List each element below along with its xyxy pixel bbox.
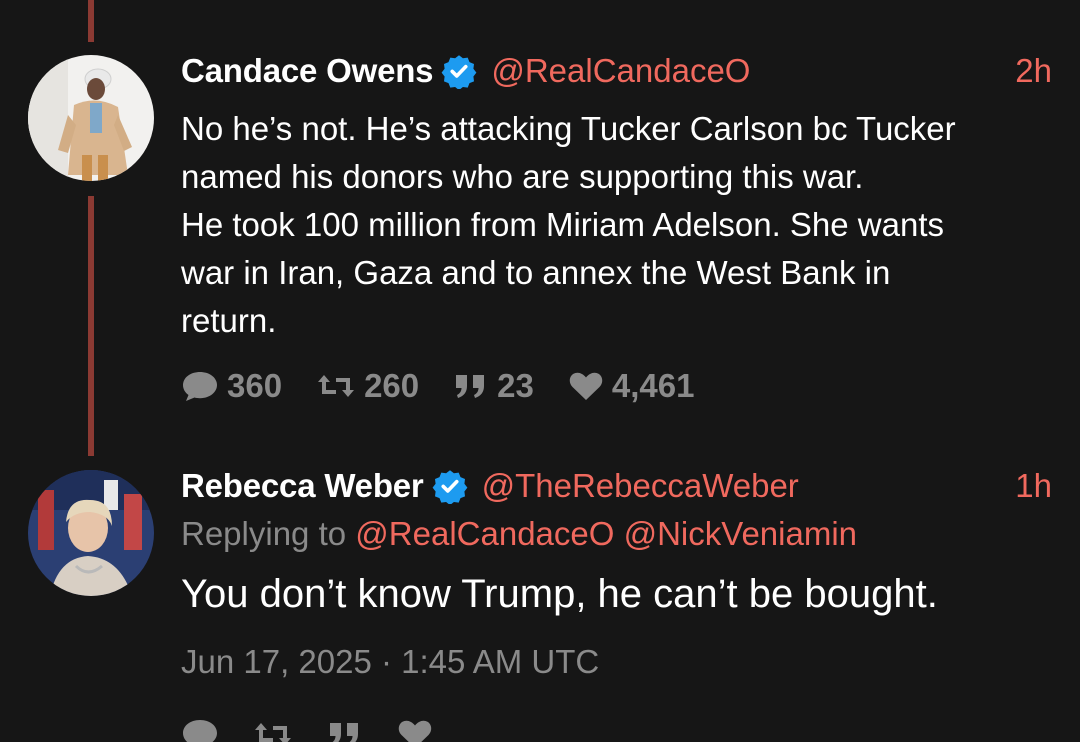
reply-count: 360 — [227, 367, 283, 404]
tweet-body: No he’s not. He’s attacking Tucker Carls… — [181, 105, 1050, 345]
tweet-time[interactable]: 2h — [1015, 52, 1052, 90]
like-button[interactable]: 4,461 — [568, 367, 695, 405]
retweet-button[interactable]: 260 — [316, 367, 419, 405]
retweet-button[interactable] — [253, 719, 301, 742]
replying-to: Replying to @RealCandaceO @NickVeniamin — [181, 515, 857, 553]
tweet-header: Candace Owens @RealCandaceO 2h — [181, 47, 1052, 95]
tweet-body: You don’t know Trump, he can’t be bought… — [181, 572, 938, 616]
tweet-text-line: named his donors who are supporting this… — [181, 158, 864, 195]
mention-link[interactable]: @RealCandaceO — [355, 515, 614, 552]
thread-connector — [88, 196, 94, 456]
retweet-icon — [255, 723, 291, 742]
quote-button[interactable]: 23 — [453, 367, 534, 405]
tweet-actions: 360 260 23 4,461 — [181, 364, 728, 408]
display-name[interactable]: Candace Owens — [181, 52, 434, 90]
retweet-icon — [318, 375, 355, 397]
quote-icon — [330, 723, 358, 742]
verified-icon — [441, 55, 477, 89]
username-handle[interactable]: @TheRebeccaWeber — [482, 467, 799, 505]
avatar-candace-owens[interactable] — [28, 55, 154, 181]
like-count: 4,461 — [611, 367, 695, 404]
avatar-rebecca-weber[interactable] — [28, 470, 154, 596]
reply-icon — [183, 720, 217, 742]
tweet-text-line: He took 100 million from Miriam Adelson.… — [181, 206, 944, 243]
username-handle[interactable]: @RealCandaceO — [491, 52, 750, 90]
tweet-actions — [181, 712, 475, 742]
thread-connector-top — [88, 0, 94, 42]
tweet-text-line: war in Iran, Gaza and to annex the West … — [181, 254, 891, 291]
verified-icon — [432, 470, 467, 504]
mention-link[interactable]: @NickVeniamin — [624, 515, 857, 552]
tweet-header: Rebecca Weber @TheRebeccaWeber 1h — [181, 462, 1052, 510]
quote-count: 23 — [497, 367, 534, 404]
thread-view: Candace Owens @RealCandaceO 2h No he’s n… — [0, 0, 1080, 742]
reply-button[interactable]: 360 — [181, 367, 282, 405]
tweet-time[interactable]: 1h — [1015, 467, 1052, 505]
retweet-count: 260 — [364, 367, 420, 404]
tweet-text-line: return. — [181, 302, 277, 339]
quote-button[interactable] — [327, 719, 371, 742]
quote-icon — [456, 375, 485, 398]
reply-button[interactable] — [181, 717, 227, 742]
replying-label: Replying to — [181, 515, 347, 552]
like-icon — [398, 720, 432, 742]
reply-icon — [183, 372, 217, 401]
tweet-text-line: No he’s not. He’s attacking Tucker Carls… — [181, 110, 956, 147]
tweet-timestamp[interactable]: Jun 17, 2025 · 1:45 AM UTC — [181, 643, 599, 681]
like-icon — [569, 372, 603, 400]
like-button[interactable] — [397, 718, 441, 742]
display-name[interactable]: Rebecca Weber — [181, 467, 424, 505]
